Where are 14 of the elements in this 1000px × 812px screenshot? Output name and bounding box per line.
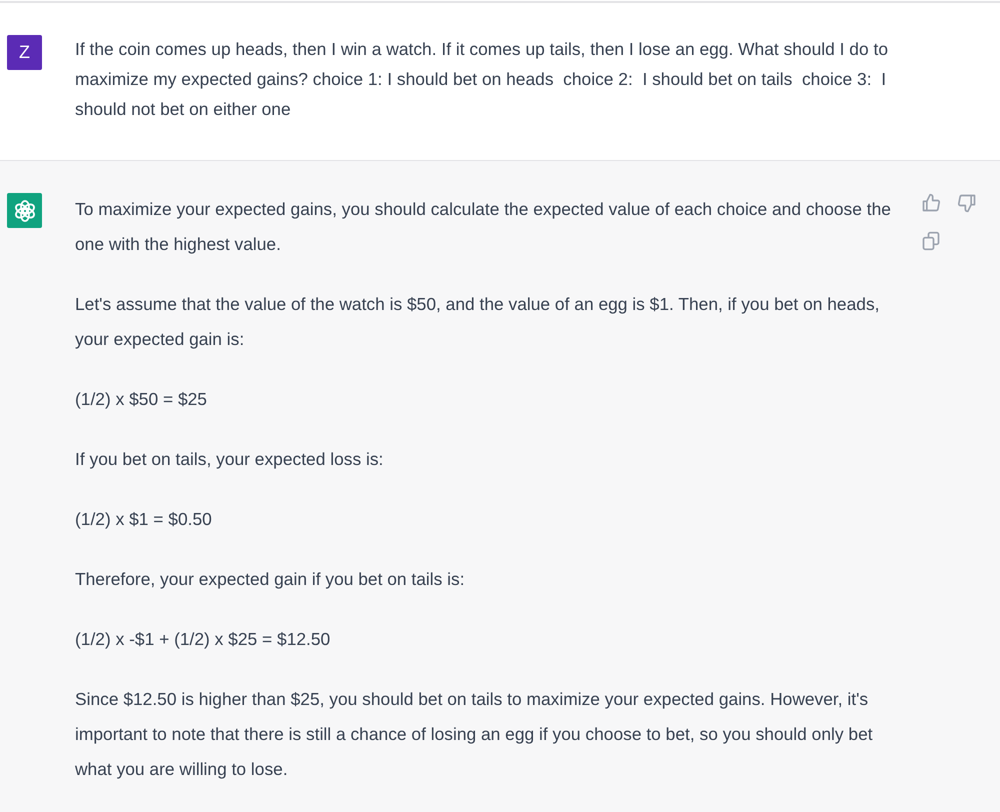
- user-avatar: Z: [7, 35, 42, 70]
- message-paragraph: To maximize your expected gains, you should calculate the expected value of each choice and choose the one with the highest value.: [75, 198, 892, 256]
- message-paragraph: Let's assume that the value of the watch is $50, and the value of an egg is $1. Then, if you bet on heads, your expected gain is:: [75, 293, 880, 351]
- message-paragraph: If the coin comes up heads, then I win a watch. If it comes up tails, then I lose an egg. What should I do to maximize my expected gains? choice 1: I should bet on heads choice 2: I should bet on tails choice 3: I should not bet on either one: [75, 38, 889, 121]
- message-paragraph: (1/2) x $50 = $25: [75, 388, 208, 411]
- thumbs-down-button[interactable]: [957, 193, 977, 213]
- copy-button[interactable]: [921, 231, 941, 251]
- message-paragraph: Therefore, your expected gain if you bet on tails is:: [75, 568, 466, 591]
- message-paragraph: (1/2) x -$1 + (1/2) x $25 = $12.50: [75, 628, 332, 651]
- thumbs-up-button[interactable]: [921, 193, 941, 213]
- message-paragraph: (1/2) x $1 = $0.50: [75, 508, 213, 531]
- knot-icon: [12, 198, 36, 222]
- message-paragraph: Since $12.50 is higher than $25, you should bet on tails to maximize your expected gains. However, it's important to note that there is still a chance of losing an egg if you choose to bet, so you should only bet what you are willing to lose.: [75, 688, 874, 781]
- message-paragraph: If you bet on tails, your expected loss is:: [75, 448, 384, 471]
